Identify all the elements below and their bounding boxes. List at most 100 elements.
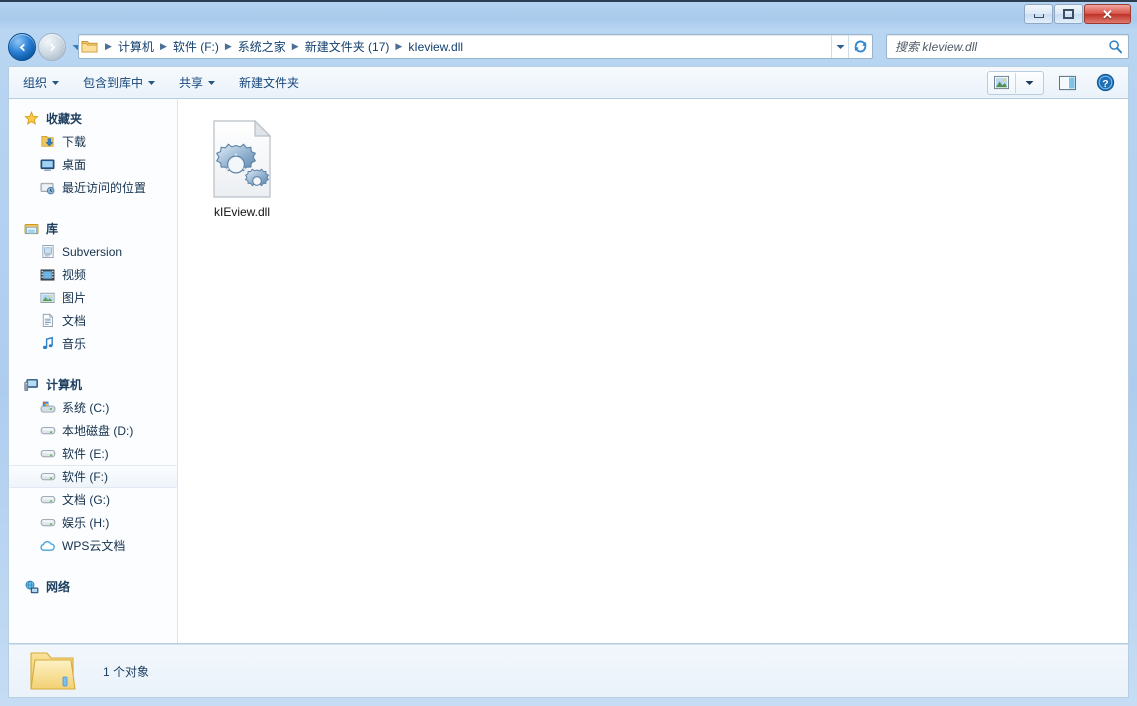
address-bar-actions xyxy=(831,35,872,58)
help-icon: ? xyxy=(1096,73,1114,92)
sidebar-item-desktop[interactable]: 桌面 xyxy=(9,153,177,176)
sidebar-item-label: 文档 xyxy=(62,314,87,328)
preview-pane-button[interactable] xyxy=(1052,71,1082,95)
breadcrumb-item-4[interactable]: kIeview.dll xyxy=(403,38,468,56)
sidebar-item-label: 音乐 xyxy=(62,337,87,351)
toolbar-include-in-library-button[interactable]: 包含到库中 xyxy=(73,69,165,96)
sidebar-item-downloads[interactable]: 下载 xyxy=(9,130,177,153)
sidebar-item-subversion[interactable]: Subversion xyxy=(9,240,177,263)
close-button[interactable]: ✕ xyxy=(1084,4,1131,24)
toolbar-right-group: ? xyxy=(987,70,1128,95)
navigation-pane[interactable]: 收藏夹 下载 桌面 最近访问的位置 库 Subversion 视频 图片 文档 … xyxy=(9,99,178,643)
network-icon xyxy=(23,579,40,595)
explorer-window: ✕ ▶ 计算机 ▶ 软件 (F:) ▶ 系统之家 ▶ 新建文件夹 (17) ▶ … xyxy=(0,0,1137,706)
window-controls: ✕ xyxy=(1024,4,1131,24)
file-item[interactable]: kIEview.dll xyxy=(196,113,288,219)
toolbar-new-folder-button[interactable]: 新建文件夹 xyxy=(229,69,309,96)
breadcrumb-item-3[interactable]: 新建文件夹 (17) xyxy=(300,36,395,57)
sidebar-header-libraries[interactable]: 库 xyxy=(9,217,177,240)
pictures-icon xyxy=(39,290,56,306)
back-arrow-icon xyxy=(19,42,24,52)
address-dropdown-button[interactable] xyxy=(831,35,848,58)
star-icon xyxy=(23,111,40,127)
maximize-button[interactable] xyxy=(1054,4,1083,24)
toolbar-organize-button[interactable]: 组织 xyxy=(13,69,69,96)
address-folder-icon xyxy=(81,39,98,54)
sidebar-header-label: 库 xyxy=(46,222,59,236)
search-icon[interactable] xyxy=(1102,39,1128,54)
toolbar-item-label: 包含到库中 xyxy=(83,76,144,90)
sidebar-item-label: 娱乐 (H:) xyxy=(62,516,110,530)
sidebar-item-drive-c[interactable]: 系统 (C:) xyxy=(9,396,177,419)
chevron-down-icon xyxy=(836,44,844,49)
sidebar-item-documents[interactable]: 文档 xyxy=(9,309,177,332)
sidebar-group-network: 网络 xyxy=(9,575,177,598)
folder-icon xyxy=(25,646,81,696)
forward-button[interactable] xyxy=(38,33,66,61)
breadcrumb-item-0[interactable]: 计算机 xyxy=(113,36,159,57)
sidebar-item-drive-d[interactable]: 本地磁盘 (D:) xyxy=(9,419,177,442)
view-mode-group xyxy=(987,70,1044,95)
refresh-icon xyxy=(854,40,867,53)
sidebar-item-drive-h[interactable]: 娱乐 (H:) xyxy=(9,511,177,534)
video-icon xyxy=(39,267,56,283)
toolbar-item-label: 组织 xyxy=(23,76,48,90)
sidebar-header-label: 计算机 xyxy=(46,378,83,392)
nav-buttons xyxy=(8,33,84,61)
toolbar-share-button[interactable]: 共享 xyxy=(169,69,225,96)
sidebar-item-drive-f[interactable]: 软件 (F:) xyxy=(9,465,177,488)
view-mode-dropdown-button[interactable] xyxy=(1016,72,1043,94)
forward-arrow-icon xyxy=(50,42,55,52)
music-icon xyxy=(39,336,56,352)
maximize-icon xyxy=(1063,9,1074,19)
main-panes: 收藏夹 下载 桌面 最近访问的位置 库 Subversion 视频 图片 文档 … xyxy=(8,98,1129,644)
sidebar-item-drive-e[interactable]: 软件 (E:) xyxy=(9,442,177,465)
search-input[interactable]: 搜索 kIeview.dll xyxy=(887,38,1102,55)
sidebar-header-network[interactable]: 网络 xyxy=(9,575,177,598)
sidebar-header-computer[interactable]: 计算机 xyxy=(9,373,177,396)
breadcrumb-separator: ▶ xyxy=(224,41,232,51)
sidebar-item-label: Subversion xyxy=(62,244,123,259)
drive-icon xyxy=(39,446,56,462)
cloud-icon xyxy=(39,538,56,554)
documents-icon xyxy=(39,313,56,329)
breadcrumb: ▶ 计算机 ▶ 软件 (F:) ▶ 系统之家 ▶ 新建文件夹 (17) ▶ kI… xyxy=(100,36,831,57)
sidebar-group-computer: 计算机 系统 (C:) 本地磁盘 (D:) 软件 (E:) 软件 (F:) 文档… xyxy=(9,373,177,557)
sidebar-item-label: 系统 (C:) xyxy=(62,401,110,415)
help-button[interactable]: ? xyxy=(1090,71,1120,95)
sidebar-item-label: 文档 (G:) xyxy=(62,493,110,507)
minimize-button[interactable] xyxy=(1024,4,1053,24)
navigation-row: ▶ 计算机 ▶ 软件 (F:) ▶ 系统之家 ▶ 新建文件夹 (17) ▶ kI… xyxy=(0,30,1137,64)
search-box[interactable]: 搜索 kIeview.dll xyxy=(886,34,1129,59)
sidebar-item-label: 软件 (F:) xyxy=(62,470,108,484)
breadcrumb-separator: ▶ xyxy=(105,41,112,51)
breadcrumb-item-2[interactable]: 系统之家 xyxy=(233,36,291,57)
view-mode-button[interactable] xyxy=(988,72,1015,94)
sidebar-item-recent-places[interactable]: 最近访问的位置 xyxy=(9,176,177,199)
drive-icon xyxy=(39,423,56,439)
file-list-pane[interactable]: kIEview.dll xyxy=(178,99,1128,643)
command-toolbar: 组织 包含到库中 共享 新建文件夹 ? xyxy=(8,66,1129,98)
sidebar-item-drive-g[interactable]: 文档 (G:) xyxy=(9,488,177,511)
drive-icon xyxy=(39,515,56,531)
sidebar-item-music[interactable]: 音乐 xyxy=(9,332,177,355)
file-item-label: kIEview.dll xyxy=(213,205,271,219)
address-bar[interactable]: ▶ 计算机 ▶ 软件 (F:) ▶ 系统之家 ▶ 新建文件夹 (17) ▶ kI… xyxy=(78,34,873,59)
back-button[interactable] xyxy=(8,33,36,61)
sidebar-item-label: 最近访问的位置 xyxy=(62,181,147,195)
sidebar-item-wps-cloud[interactable]: WPS云文档 xyxy=(9,534,177,557)
sidebar-group-libraries: 库 Subversion 视频 图片 文档 音乐 xyxy=(9,217,177,355)
sidebar-header-favorites[interactable]: 收藏夹 xyxy=(9,107,177,130)
chevron-down-icon xyxy=(52,80,60,85)
chevron-down-icon xyxy=(208,80,216,85)
chevron-down-icon xyxy=(1025,80,1034,85)
sidebar-item-videos[interactable]: 视频 xyxy=(9,263,177,286)
drive-icon xyxy=(39,469,56,485)
sidebar-item-label: 下载 xyxy=(62,135,87,149)
breadcrumb-separator: ▶ xyxy=(291,41,299,51)
breadcrumb-item-1[interactable]: 软件 (F:) xyxy=(168,36,224,57)
refresh-button[interactable] xyxy=(848,35,872,58)
sidebar-item-pictures[interactable]: 图片 xyxy=(9,286,177,309)
